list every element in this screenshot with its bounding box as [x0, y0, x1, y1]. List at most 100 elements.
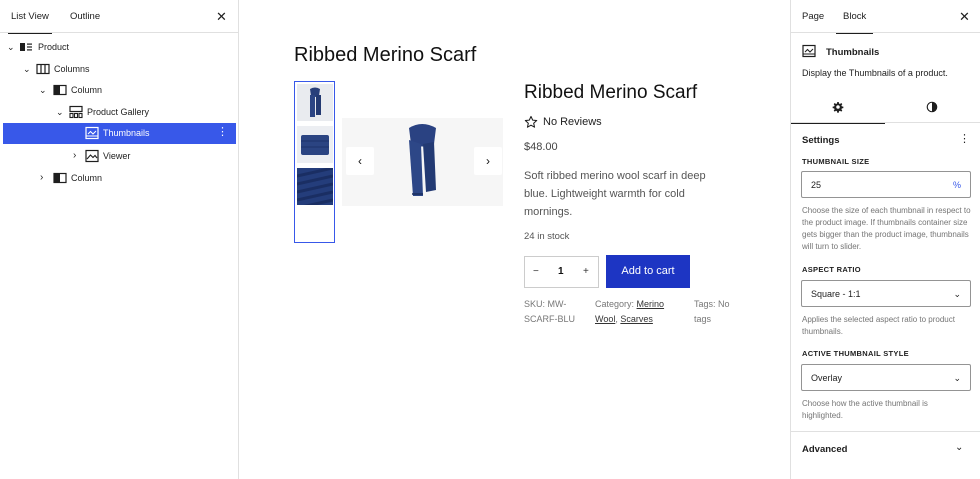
- tab-styles[interactable]: [885, 90, 979, 123]
- decrease-quantity-button[interactable]: −: [533, 266, 539, 278]
- thumbnail-size-unit[interactable]: %: [953, 180, 961, 190]
- thumbnail-1[interactable]: [297, 84, 333, 121]
- quantity-value[interactable]: 1: [558, 266, 564, 278]
- category-link[interactable]: Merino: [637, 299, 665, 309]
- block-description: Display the Thumbnails of a product.: [802, 68, 948, 78]
- product-sku: SKU: MW- SCARF-BLU: [524, 297, 575, 327]
- thumbnail-size-value: 25: [811, 180, 822, 190]
- tree-item-label: Column: [71, 85, 103, 95]
- tree-item-column[interactable]: ⌄ Column: [0, 80, 236, 100]
- reviews-text: No Reviews: [543, 115, 602, 128]
- scarf-folded-image: [301, 135, 329, 155]
- thumbnail-size-help: Choose the size of each thumbnail in res…: [802, 206, 971, 251]
- stock-status[interactable]: 24 in stock: [524, 231, 569, 242]
- active-style-help: Choose how the active thumbnail is highl…: [802, 399, 928, 420]
- tree-item-label: Product: [38, 42, 70, 52]
- contrast-icon: [926, 101, 938, 113]
- chevron-down-icon[interactable]: ⌄: [39, 84, 47, 96]
- tags-value: tags: [694, 314, 712, 324]
- sku-value: SCARF-BLU: [524, 314, 576, 324]
- tree-item-label: Columns: [54, 64, 90, 74]
- tree-item-product[interactable]: ⌄ Product: [0, 37, 236, 57]
- more-options-icon[interactable]: ⋮: [217, 126, 228, 139]
- category-link[interactable]: Scarves: [620, 314, 653, 324]
- settings-sidebar: Page Block ✕ Thumbnails Display the Thum…: [790, 0, 980, 479]
- tree-item-product-gallery[interactable]: ⌄ Product Gallery: [0, 102, 236, 122]
- tree-item-thumbnails[interactable]: Thumbnails ⋮: [3, 123, 236, 144]
- advanced-title: Advanced: [802, 444, 848, 455]
- gear-icon: [832, 102, 844, 113]
- tab-outline[interactable]: Outline: [70, 0, 100, 33]
- tree-item-column-2[interactable]: › Column: [0, 168, 236, 188]
- thumbnail-size-label: THUMBNAIL SIZE: [802, 157, 870, 166]
- tab-page[interactable]: Page: [802, 0, 824, 33]
- settings-panel-title[interactable]: Settings: [802, 135, 839, 146]
- tab-list-view[interactable]: List View: [8, 0, 52, 34]
- block-subtabs: [791, 90, 980, 124]
- chevron-down-icon: ⌄: [953, 289, 961, 299]
- product-title[interactable]: Ribbed Merino Scarf: [524, 82, 697, 104]
- product-description[interactable]: Soft ribbed merino wool scarf in deep bl…: [524, 167, 724, 221]
- list-view-panel: List View Outline ✕ ⌄ Product ⌄ Columns …: [0, 0, 239, 479]
- page-title[interactable]: Ribbed Merino Scarf: [294, 44, 476, 67]
- quantity-stepper[interactable]: − 1 +: [524, 256, 599, 288]
- block-name: Thumbnails: [826, 47, 880, 58]
- tab-settings[interactable]: [791, 90, 885, 124]
- product-categories: Category: Merino Wool, Scarves: [595, 297, 664, 327]
- close-icon[interactable]: ✕: [959, 10, 970, 23]
- editor-canvas: Ribbed Merino Scarf ‹ › Ribbed Merino Sc…: [239, 0, 790, 479]
- product-thumbnails[interactable]: [294, 81, 335, 243]
- thumbnail-size-input[interactable]: 25 %: [801, 171, 971, 198]
- thumbnails-icon: [802, 44, 816, 58]
- category-separator: ,: [615, 314, 618, 324]
- thumbnails-icon: [85, 126, 99, 140]
- scarf-texture-image: [297, 168, 333, 205]
- aspect-ratio-select[interactable]: Square - 1:1 ⌄: [801, 280, 971, 307]
- increase-quantity-button[interactable]: +: [583, 266, 589, 278]
- product-tags: Tags: No tags: [694, 297, 730, 327]
- category-label: Category:: [595, 299, 635, 309]
- active-style-label: ACTIVE THUMBNAIL STYLE: [802, 349, 909, 358]
- next-image-button[interactable]: ›: [474, 147, 502, 175]
- column-icon: [53, 172, 67, 184]
- tree-item-columns[interactable]: ⌄ Columns: [0, 59, 236, 79]
- tree-item-label: Column: [71, 173, 103, 183]
- chevron-down-icon[interactable]: ⌄: [56, 106, 64, 118]
- column-icon: [53, 84, 67, 96]
- thumbnail-2[interactable]: [297, 126, 333, 163]
- previous-image-button[interactable]: ‹: [346, 147, 374, 175]
- scarf-image: [310, 87, 321, 117]
- star-icon: [524, 115, 538, 128]
- chevron-right-icon[interactable]: ›: [40, 172, 43, 184]
- chevron-down-icon[interactable]: ⌄: [7, 41, 15, 53]
- advanced-panel-toggle[interactable]: Advanced ⌄: [791, 431, 980, 466]
- close-icon[interactable]: ✕: [216, 10, 227, 23]
- tree-item-label: Viewer: [103, 151, 131, 161]
- columns-icon: [36, 63, 50, 75]
- tree-item-label: Thumbnails: [103, 128, 150, 138]
- product-icon: [20, 43, 32, 51]
- product-rating[interactable]: No Reviews: [524, 115, 602, 129]
- image-icon: [85, 149, 99, 163]
- chevron-right-icon[interactable]: ›: [73, 150, 76, 162]
- sidebar-tabs: Page Block ✕: [791, 0, 980, 34]
- active-style-select[interactable]: Overlay ⌄: [801, 364, 971, 391]
- tree-item-label: Product Gallery: [87, 107, 150, 117]
- tags-label: Tags: No: [694, 299, 730, 309]
- add-to-cart-button[interactable]: Add to cart: [606, 255, 690, 288]
- list-view-tabs: List View Outline ✕: [0, 0, 238, 34]
- more-options-icon[interactable]: ⋮: [959, 132, 970, 145]
- product-price[interactable]: $48.00: [524, 141, 558, 153]
- chevron-down-icon[interactable]: ⌄: [23, 63, 31, 75]
- sku-label: SKU: MW-: [524, 299, 567, 309]
- aspect-ratio-help: Applies the selected aspect ratio to pro…: [802, 315, 955, 336]
- active-style-value: Overlay: [811, 373, 843, 383]
- category-link[interactable]: Wool: [595, 314, 615, 324]
- tree-item-viewer[interactable]: › Viewer: [0, 146, 236, 166]
- chevron-down-icon: ⌄: [953, 373, 961, 383]
- aspect-ratio-label: ASPECT RATIO: [802, 265, 861, 274]
- tab-block[interactable]: Block: [835, 0, 874, 34]
- gallery-icon: [69, 105, 83, 119]
- chevron-down-icon: ⌄: [955, 442, 964, 453]
- thumbnail-3[interactable]: [297, 168, 333, 205]
